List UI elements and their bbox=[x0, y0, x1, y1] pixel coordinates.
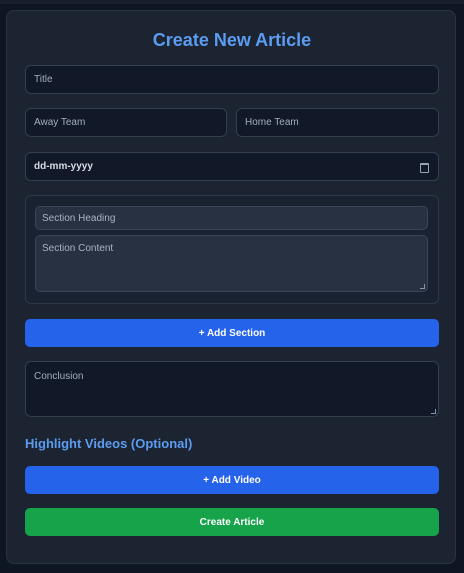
away-team-input[interactable]: Away Team bbox=[25, 108, 227, 137]
date-input[interactable]: dd-mm-yyyy bbox=[25, 152, 439, 181]
conclusion-placeholder: Conclusion bbox=[34, 371, 84, 382]
home-team-input[interactable]: Home Team bbox=[236, 108, 439, 137]
create-article-button[interactable]: Create Article bbox=[25, 508, 439, 536]
away-team-placeholder: Away Team bbox=[34, 117, 86, 128]
conclusion-textarea[interactable]: Conclusion bbox=[25, 361, 439, 417]
title-input[interactable]: Title bbox=[25, 65, 439, 94]
section-heading-placeholder: Section Heading bbox=[42, 212, 116, 224]
section-content-textarea[interactable]: Section Content bbox=[35, 235, 428, 292]
home-team-placeholder: Home Team bbox=[245, 117, 299, 128]
add-section-button[interactable]: + Add Section bbox=[25, 319, 439, 347]
title-placeholder: Title bbox=[34, 74, 53, 85]
create-article-label: Create Article bbox=[199, 516, 265, 528]
calendar-icon[interactable] bbox=[420, 163, 429, 173]
section-heading-input[interactable]: Section Heading bbox=[35, 206, 428, 230]
add-video-button[interactable]: + Add Video bbox=[25, 466, 439, 494]
add-video-label: + Add Video bbox=[203, 474, 261, 486]
page-title: Create New Article bbox=[152, 30, 312, 50]
add-section-label: + Add Section bbox=[198, 327, 266, 339]
section-content-placeholder: Section Content bbox=[42, 243, 114, 254]
date-value: dd-mm-yyyy bbox=[34, 161, 93, 172]
resize-grip-icon[interactable] bbox=[420, 284, 425, 289]
window-top-strip bbox=[0, 0, 464, 4]
highlight-videos-heading: Highlight Videos (Optional) bbox=[25, 436, 193, 451]
resize-grip-icon[interactable] bbox=[431, 409, 436, 414]
